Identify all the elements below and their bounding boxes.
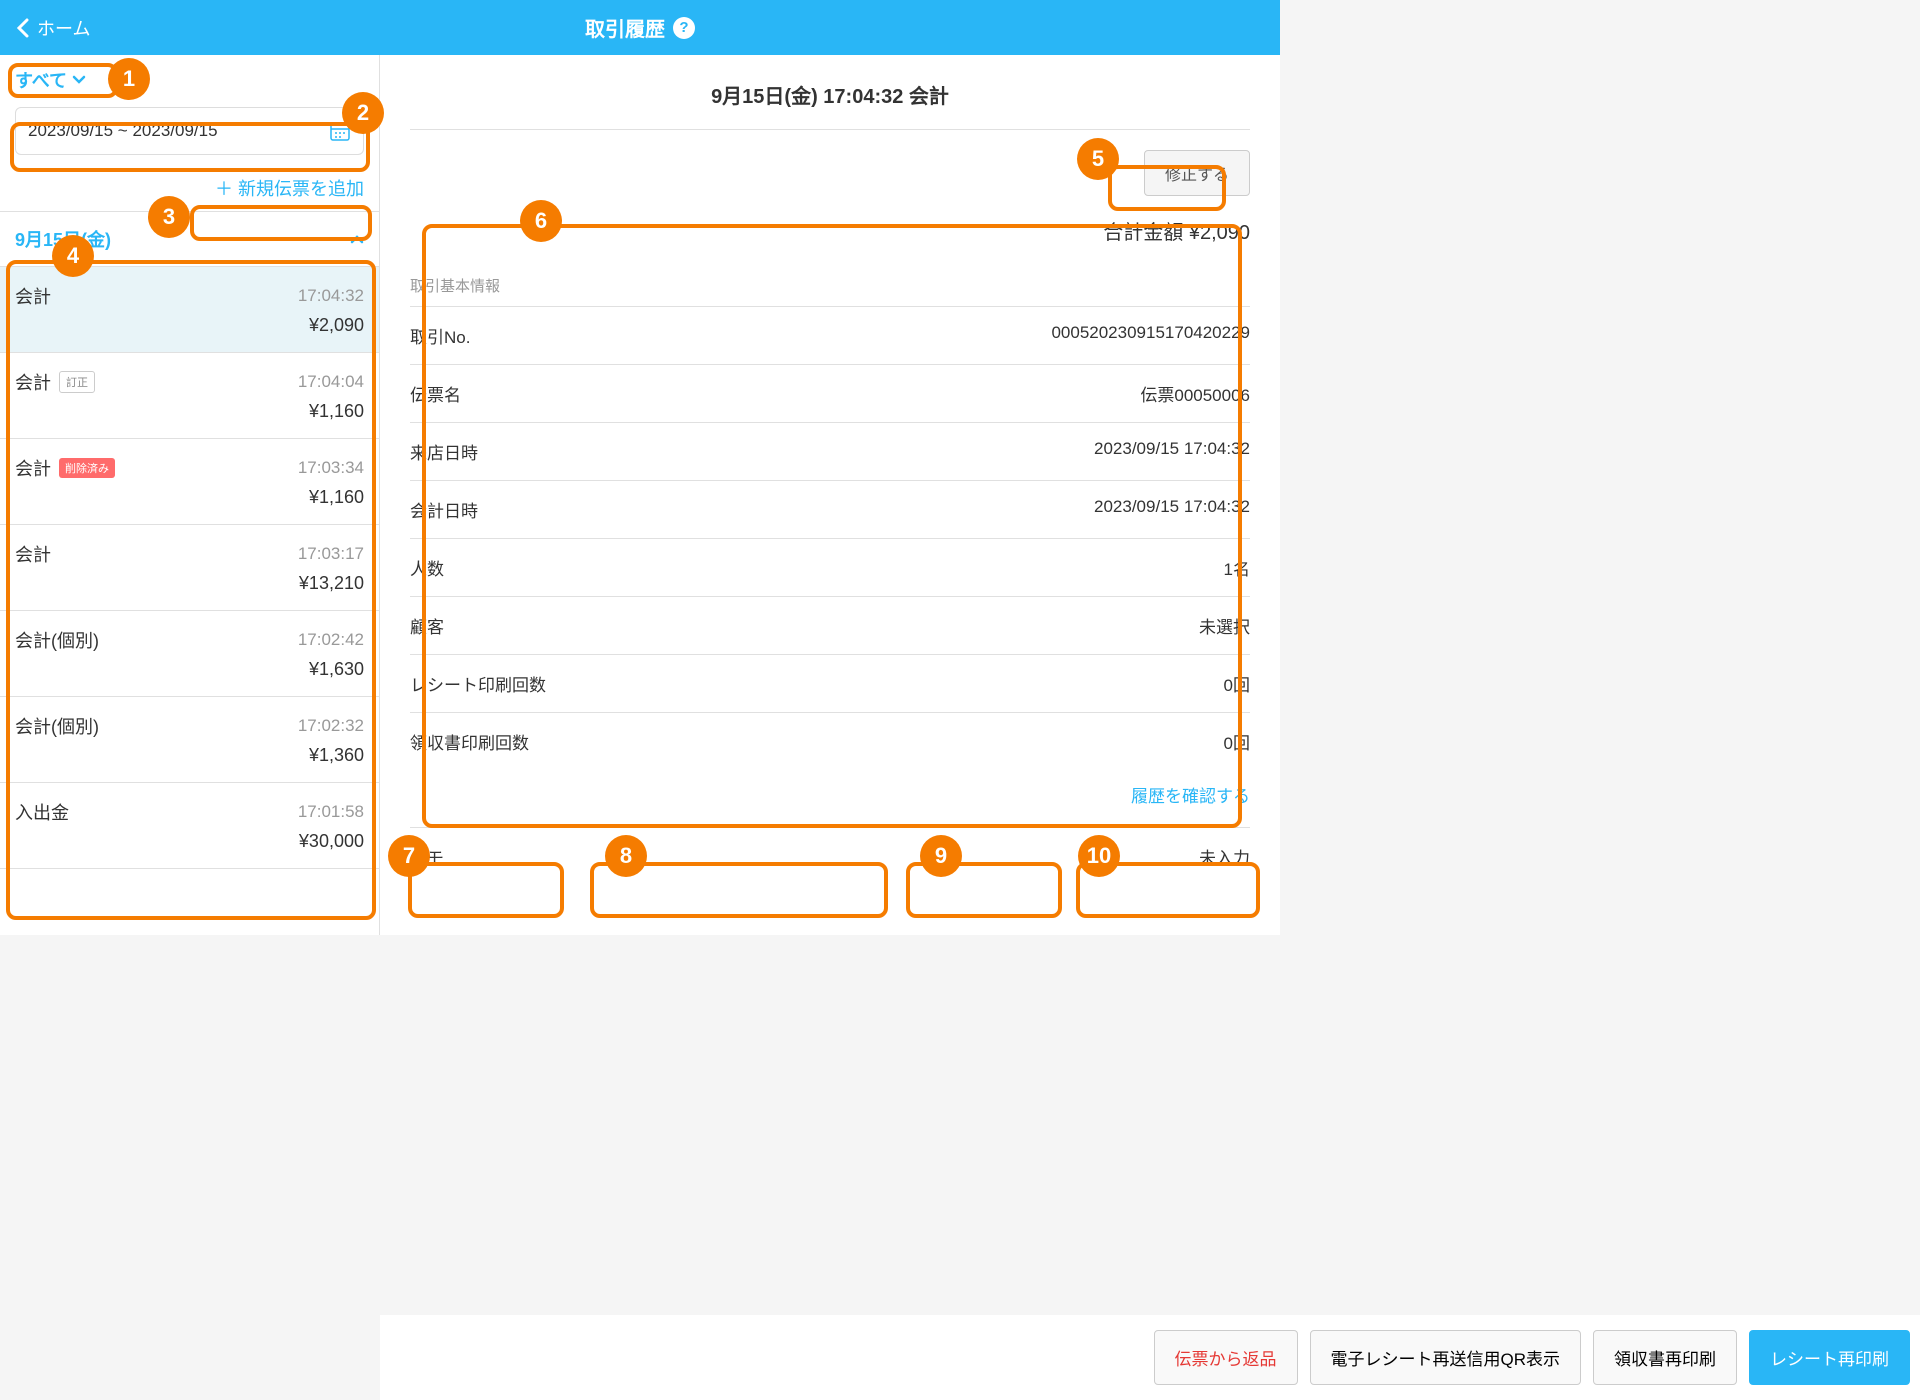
transaction-item[interactable]: 会計 17:04:32 ¥2,090 (0, 267, 379, 353)
info-label: レシート印刷回数 (410, 671, 546, 696)
tx-time: 17:02:32 (298, 716, 364, 736)
transaction-item[interactable]: 入出金 17:01:58 ¥30,000 (0, 783, 379, 869)
tx-label: 会計 (15, 283, 51, 309)
info-row: 顧客 未選択 (410, 596, 1250, 654)
info-value: 0回 (1224, 671, 1250, 696)
info-value: 伝票00050006 (1140, 381, 1250, 406)
info-value: 2023/09/15 17:04:32 (1094, 439, 1250, 464)
info-row: 伝票名 伝票00050006 (410, 364, 1250, 422)
total-amount: 合計金額 ¥2,090 (410, 216, 1250, 265)
info-label: 来店日時 (410, 439, 478, 464)
tx-amount: ¥30,000 (15, 831, 364, 852)
tx-time: 17:01:58 (298, 802, 364, 822)
tx-label: 入出金 (15, 799, 69, 825)
tx-label: 会計訂正 (15, 369, 95, 395)
reprint-receipt-button[interactable]: レシート再印刷 (1749, 1330, 1910, 1385)
back-button[interactable]: ホーム (0, 15, 105, 41)
tx-time: 17:02:42 (298, 630, 364, 650)
tx-label: 会計(個別) (15, 713, 99, 739)
tx-amount: ¥1,360 (15, 745, 364, 766)
calendar-icon (329, 120, 351, 142)
sidebar: すべて 2023/09/15 ~ 2023/09/15 ＋ 新規伝票を追加 9月… (0, 55, 380, 935)
info-label: 人数 (410, 555, 444, 580)
memo-value: 未入力 (1199, 844, 1250, 869)
info-value: 1名 (1224, 555, 1250, 580)
transaction-item[interactable]: 会計(個別) 17:02:32 ¥1,360 (0, 697, 379, 783)
footer-buttons: 伝票から返品 電子レシート再送信用QR表示 領収書再印刷 レシート再印刷 (380, 1315, 1920, 1400)
edit-button[interactable]: 修正する (1144, 150, 1250, 196)
tx-label: 会計削除済み (15, 455, 115, 481)
info-row: 人数 1名 (410, 538, 1250, 596)
add-slip-button[interactable]: ＋ 新規伝票を追加 (215, 179, 364, 199)
tx-time: 17:03:34 (298, 458, 364, 478)
memo-label: メモ (410, 844, 444, 869)
tx-label: 会計 (15, 541, 51, 567)
tx-time: 17:03:17 (298, 544, 364, 564)
transaction-item[interactable]: 会計 17:03:17 ¥13,210 (0, 525, 379, 611)
chevron-up-icon (350, 234, 364, 244)
status-badge: 訂正 (59, 371, 95, 393)
page-title-text: 取引履歴 (585, 13, 665, 42)
info-label: 会計日時 (410, 497, 478, 522)
transaction-title: 9月15日(金) 17:04:32 会計 (410, 80, 1250, 130)
info-value: 2023/09/15 17:04:32 (1094, 497, 1250, 522)
tx-amount: ¥1,160 (15, 487, 364, 508)
info-row: 領収書印刷回数 0回 (410, 712, 1250, 770)
info-row: 来店日時 2023/09/15 17:04:32 (410, 422, 1250, 480)
filter-label: すべて (15, 67, 67, 93)
info-label: 領収書印刷回数 (410, 729, 529, 754)
info-row: レシート印刷回数 0回 (410, 654, 1250, 712)
memo-row: メモ 未入力 (410, 827, 1250, 874)
chevron-down-icon (72, 75, 86, 85)
info-label: 取引No. (410, 323, 470, 348)
tx-time: 17:04:04 (298, 372, 364, 392)
help-icon[interactable]: ? (673, 17, 695, 39)
tx-time: 17:04:32 (298, 286, 364, 306)
transaction-item[interactable]: 会計訂正 17:04:04 ¥1,160 (0, 353, 379, 439)
receipt-reprint-button[interactable]: 領収書再印刷 (1593, 1330, 1737, 1385)
back-label: ホーム (37, 15, 90, 41)
chevron-left-icon (15, 18, 29, 38)
info-row: 会計日時 2023/09/15 17:04:32 (410, 480, 1250, 538)
page-title: 取引履歴 ? (585, 13, 695, 42)
date-header[interactable]: 9月15日(金) (0, 212, 379, 267)
transaction-item[interactable]: 会計削除済み 17:03:34 ¥1,160 (0, 439, 379, 525)
info-value: 未選択 (1199, 613, 1250, 638)
tx-label: 会計(個別) (15, 627, 99, 653)
info-label: 伝票名 (410, 381, 461, 406)
info-row: 取引No. 000520230915170420229 (410, 306, 1250, 364)
main-panel: 9月15日(金) 17:04:32 会計 修正する 合計金額 ¥2,090 取引… (380, 55, 1280, 935)
history-link[interactable]: 履歴を確認する (1131, 787, 1250, 806)
info-value: 0回 (1224, 729, 1250, 754)
history-link-row: 履歴を確認する (410, 770, 1250, 827)
date-header-label: 9月15日(金) (15, 226, 111, 252)
qr-display-button[interactable]: 電子レシート再送信用QR表示 (1310, 1330, 1582, 1385)
info-value: 000520230915170420229 (1051, 323, 1250, 348)
status-badge: 削除済み (59, 458, 115, 478)
app-header: ホーム 取引履歴 ? (0, 0, 1280, 55)
tx-amount: ¥2,090 (15, 315, 364, 336)
section-label: 取引基本情報 (410, 265, 1250, 306)
filter-dropdown[interactable]: すべて (15, 67, 86, 93)
transaction-list: 会計 17:04:32 ¥2,090 会計訂正 17:04:04 ¥1,160 … (0, 267, 379, 935)
tx-amount: ¥13,210 (15, 573, 364, 594)
date-range-text: 2023/09/15 ~ 2023/09/15 (28, 121, 218, 141)
date-range-input[interactable]: 2023/09/15 ~ 2023/09/15 (15, 107, 364, 155)
return-from-slip-button[interactable]: 伝票から返品 (1154, 1330, 1298, 1385)
transaction-item[interactable]: 会計(個別) 17:02:42 ¥1,630 (0, 611, 379, 697)
tx-amount: ¥1,160 (15, 401, 364, 422)
info-label: 顧客 (410, 613, 444, 638)
tx-amount: ¥1,630 (15, 659, 364, 680)
